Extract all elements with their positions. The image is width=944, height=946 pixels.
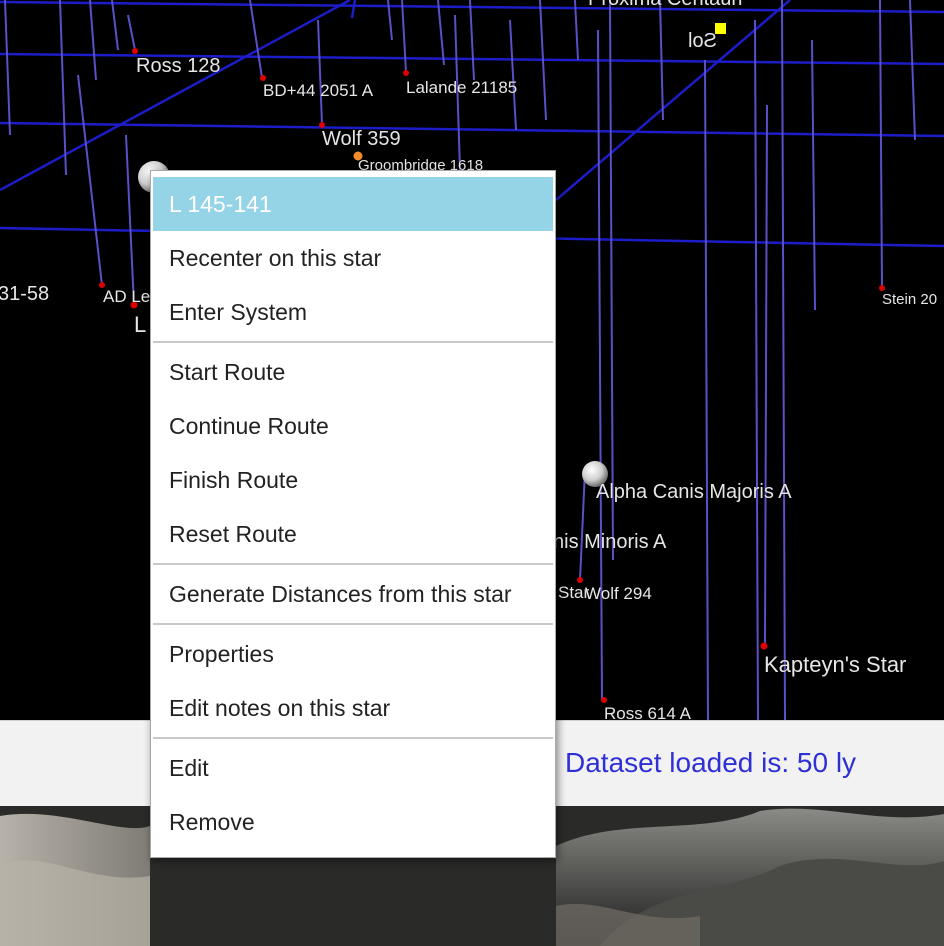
drop-line bbox=[249, 0, 263, 79]
drop-line bbox=[127, 14, 136, 51]
menu-item-start-route[interactable]: Start Route bbox=[153, 345, 553, 399]
drop-line bbox=[469, 0, 475, 81]
star-label-ad-leo[interactable]: AD Le bbox=[103, 287, 150, 307]
grid-line bbox=[0, 121, 944, 138]
menu-item-reset-route[interactable]: Reset Route bbox=[153, 507, 553, 561]
star-label-alpha-canis-majoris[interactable]: Alpha Canis Majoris A bbox=[596, 481, 792, 504]
drop-line bbox=[509, 19, 517, 131]
menu-separator bbox=[153, 623, 553, 625]
star-marker bbox=[601, 697, 607, 703]
star-label-wolf-359[interactable]: Wolf 359 bbox=[322, 128, 401, 151]
menu-separator bbox=[153, 737, 553, 739]
star-label-ross-614a[interactable]: Ross 614 A bbox=[604, 704, 691, 720]
drop-line bbox=[579, 469, 586, 581]
star-marker bbox=[132, 48, 138, 54]
drop-line bbox=[754, 19, 759, 720]
drop-line bbox=[111, 0, 119, 51]
drop-line bbox=[77, 74, 103, 286]
star-label-canis-minoris[interactable]: nis Minoris A bbox=[553, 531, 666, 554]
star-label-stein-20[interactable]: Stein 20 bbox=[882, 291, 937, 308]
drop-line bbox=[125, 134, 135, 306]
star-label-kapteyns-star[interactable]: Kapteyn's Star bbox=[764, 652, 906, 678]
drop-line bbox=[811, 39, 816, 311]
menu-separator bbox=[153, 563, 553, 565]
drop-line bbox=[401, 0, 407, 73]
drop-line bbox=[59, 0, 67, 176]
star-marker bbox=[760, 642, 768, 650]
menu-item-star-title[interactable]: L 145-141 bbox=[153, 177, 553, 231]
menu-item-edit[interactable]: Edit bbox=[153, 741, 553, 795]
grid-line bbox=[0, 0, 944, 14]
menu-item-properties[interactable]: Properties bbox=[153, 627, 553, 681]
menu-item-generate-distances[interactable]: Generate Distances from this star bbox=[153, 567, 553, 621]
grid-line bbox=[350, 0, 357, 19]
drop-line bbox=[89, 0, 97, 81]
drop-line bbox=[317, 19, 323, 125]
drop-line bbox=[764, 104, 768, 646]
menu-item-finish-route[interactable]: Finish Route bbox=[153, 453, 553, 507]
menu-item-edit-notes[interactable]: Edit notes on this star bbox=[153, 681, 553, 735]
dataset-status: Dataset loaded is: 50 ly bbox=[565, 747, 857, 778]
star-label-bd44-2051a[interactable]: BD+44 2051 A bbox=[263, 81, 373, 101]
star-label-wolf-294[interactable]: Wolf 294 bbox=[585, 584, 652, 604]
drop-line bbox=[781, 0, 786, 720]
star-label-l-fragment[interactable]: L bbox=[134, 312, 146, 338]
star-label-31-58[interactable]: 31-58 bbox=[0, 283, 49, 306]
drop-line bbox=[609, 0, 614, 561]
star-label-lalande-21185[interactable]: Lalande 21185 bbox=[406, 78, 517, 98]
menu-item-continue-route[interactable]: Continue Route bbox=[153, 399, 553, 453]
menu-item-recenter[interactable]: Recenter on this star bbox=[153, 231, 553, 285]
drop-line bbox=[437, 0, 445, 66]
drop-line bbox=[909, 0, 916, 141]
star-label-sol[interactable]: Sol bbox=[688, 30, 717, 53]
drop-line bbox=[704, 59, 709, 720]
menu-item-enter-system[interactable]: Enter System bbox=[153, 285, 553, 339]
menu-separator bbox=[153, 341, 553, 343]
drop-line bbox=[4, 0, 11, 136]
menu-item-remove[interactable]: Remove bbox=[153, 795, 553, 849]
star-label-proxima-centauri[interactable]: Proxima Centauri bbox=[588, 0, 743, 11]
star-marker bbox=[403, 70, 409, 76]
star-label-ross-128[interactable]: Ross 128 bbox=[136, 55, 221, 78]
context-menu: L 145-141 Recenter on this star Enter Sy… bbox=[150, 170, 556, 858]
